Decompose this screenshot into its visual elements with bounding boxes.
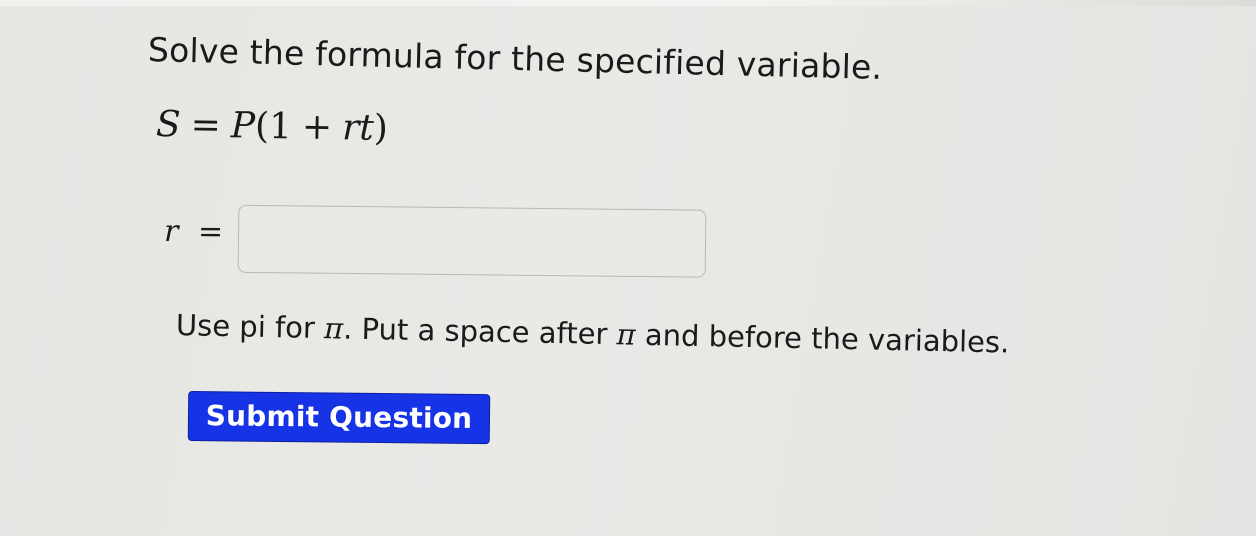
formula-lhs-variable: S — [155, 104, 182, 146]
formula-rhs-variable: P — [230, 105, 256, 147]
pi-symbol: π — [323, 311, 344, 346]
formula-close-paren: ) — [373, 107, 389, 150]
pi-symbol-2: π — [616, 317, 637, 352]
formula-equals-sign: = — [190, 104, 222, 147]
answer-row: r = — [164, 200, 725, 286]
page-top-border — [0, 0, 1256, 6]
formula-term: rt — [341, 107, 375, 149]
answer-variable: r — [163, 214, 179, 250]
hint-part-3: and before the variables. — [635, 317, 1010, 360]
formula: S = P(1 + rt) — [156, 104, 389, 149]
formula-open-paren: ( — [254, 105, 270, 147]
answer-equals-sign: = — [197, 214, 224, 250]
hint-part-1: Use pi for — [175, 308, 325, 346]
submit-question-button[interactable]: Submit Question — [187, 391, 491, 445]
hint-part-2: . Put a space after — [342, 311, 617, 352]
hint-text: Use pi for π. Put a space after π and be… — [176, 308, 1010, 359]
formula-constant: 1 — [268, 105, 293, 148]
answer-input[interactable] — [237, 204, 707, 278]
formula-plus-sign: + — [301, 106, 333, 149]
answer-label: r = — [164, 214, 223, 250]
question-title: Solve the formula for the specified vari… — [147, 30, 883, 87]
